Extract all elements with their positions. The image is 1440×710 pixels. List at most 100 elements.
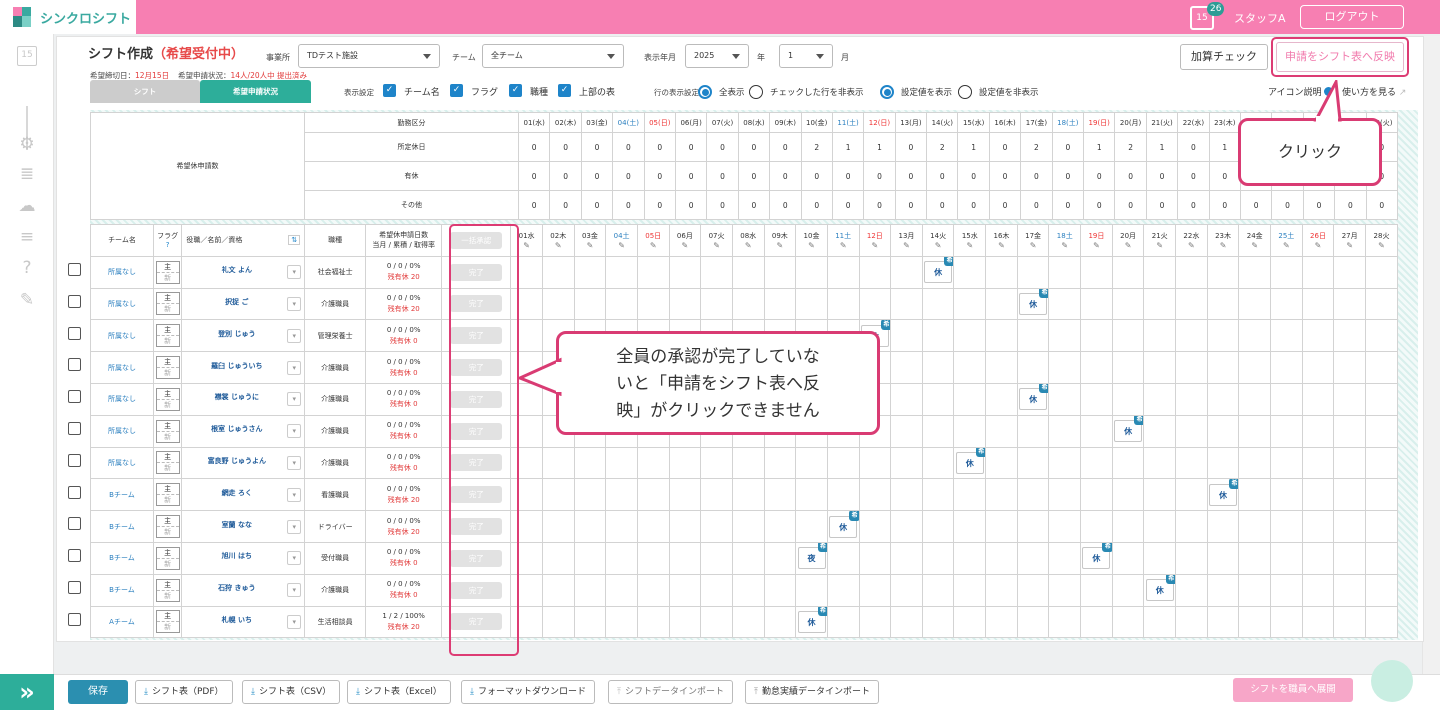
shift-cell[interactable] (1016, 510, 1050, 543)
shift-cell[interactable] (1111, 287, 1145, 321)
shift-cell[interactable] (1333, 414, 1366, 448)
pencil-icon[interactable]: ✎ (765, 241, 795, 250)
shift-cell[interactable] (1048, 478, 1082, 512)
shift-cell[interactable] (1175, 319, 1208, 353)
shift-cell[interactable] (1016, 605, 1050, 639)
shift-cell[interactable] (1143, 255, 1177, 289)
shift-cell[interactable] (1270, 319, 1303, 353)
holiday-request-mark[interactable]: 休 (1019, 384, 1048, 411)
pencil-icon[interactable]: ✎ (1018, 241, 1048, 250)
shift-cell[interactable] (826, 605, 860, 639)
shift-cell[interactable] (985, 287, 1018, 321)
shift-cell[interactable] (1333, 478, 1366, 512)
pencil-icon[interactable]: ✎ (702, 241, 732, 250)
shift-cell[interactable] (1048, 255, 1082, 289)
shift-cell[interactable] (1143, 382, 1177, 416)
shift-cell[interactable] (1270, 446, 1303, 480)
shift-cell[interactable] (858, 541, 892, 575)
shift-cell[interactable] (890, 541, 923, 575)
staff-name[interactable]: 礼文 よん (222, 266, 252, 274)
team-select[interactable]: 全チーム (482, 44, 624, 68)
shift-cell[interactable] (700, 573, 733, 607)
checkbox-top-table[interactable]: ✓ (558, 84, 571, 97)
flag-badge[interactable]: 主新 (155, 356, 180, 380)
shift-cell[interactable] (1333, 605, 1366, 639)
shift-cell[interactable] (541, 573, 575, 607)
checkbox-team[interactable]: ✓ (383, 84, 396, 97)
shift-cell[interactable] (1301, 510, 1335, 543)
shift-cell[interactable] (1111, 573, 1145, 607)
shift-cell[interactable] (1016, 351, 1050, 384)
shift-cell[interactable] (1206, 541, 1240, 575)
shift-cell[interactable] (1365, 287, 1398, 321)
shift-cell[interactable]: 休 (1016, 287, 1050, 321)
shift-cell[interactable] (953, 255, 987, 289)
shift-cell[interactable] (1365, 541, 1398, 575)
staff-name[interactable]: 羅臼 じゅういち (211, 362, 262, 370)
shift-cell[interactable] (1333, 287, 1366, 321)
gear-icon[interactable]: ⚙ (17, 134, 37, 154)
shift-cell[interactable] (1080, 573, 1113, 607)
pencil-icon[interactable]: ✎ (987, 241, 1017, 250)
shift-cell[interactable] (1206, 605, 1240, 639)
staff-name[interactable]: 旭川 はち (222, 552, 252, 560)
shift-cell[interactable] (1080, 605, 1113, 639)
shift-cell[interactable] (858, 255, 892, 289)
shift-cell[interactable] (763, 541, 797, 575)
shift-cell[interactable] (1270, 541, 1303, 575)
shift-cell[interactable] (1365, 319, 1398, 353)
database-icon[interactable]: ≣ (17, 164, 37, 184)
chevron-down-icon[interactable]: ▾ (287, 392, 302, 407)
holiday-request-mark[interactable]: 休 (1082, 543, 1112, 570)
shift-cell[interactable] (700, 605, 733, 639)
radio-hide-settings[interactable] (958, 85, 972, 99)
help-icon[interactable]: ? (166, 241, 170, 249)
shift-cell[interactable] (1175, 605, 1208, 639)
row-select-checkbox[interactable] (68, 549, 81, 563)
shift-cell[interactable] (1080, 414, 1113, 448)
shift-cell[interactable] (1238, 255, 1272, 289)
shift-cell[interactable] (541, 541, 575, 575)
shift-cell[interactable] (541, 446, 575, 480)
shift-cell[interactable] (636, 287, 670, 321)
shift-cell[interactable] (1048, 510, 1082, 543)
cloud-icon[interactable]: ☁ (17, 196, 37, 216)
shift-cell[interactable] (668, 478, 702, 512)
shift-cell[interactable] (636, 573, 670, 607)
shift-cell[interactable] (1206, 382, 1240, 416)
shift-cell[interactable] (985, 351, 1018, 384)
pencil-icon[interactable]: ✎ (733, 241, 763, 250)
staff-name[interactable]: 室蘭 なな (222, 521, 252, 529)
shift-cell[interactable] (890, 478, 923, 512)
shift-cell[interactable] (985, 605, 1018, 639)
shift-cell[interactable] (1238, 351, 1272, 384)
robot-assistant-icon[interactable] (1371, 660, 1413, 702)
shift-cell[interactable] (890, 382, 923, 416)
shift-cell[interactable] (858, 446, 892, 480)
shift-cell[interactable] (1080, 319, 1113, 353)
shift-cell[interactable] (1175, 382, 1208, 416)
chevron-down-icon[interactable]: ▾ (287, 614, 302, 629)
shift-cell[interactable] (1365, 510, 1398, 543)
shift-cell[interactable] (1270, 382, 1303, 416)
flag-badge[interactable]: 主新 (155, 324, 180, 348)
holiday-request-mark[interactable]: 休 (1019, 289, 1048, 315)
shift-cell[interactable] (1238, 541, 1272, 575)
shift-cell[interactable] (1206, 446, 1240, 480)
shift-cell[interactable] (1080, 255, 1113, 289)
shift-cell[interactable] (858, 478, 892, 512)
shift-cell[interactable] (985, 510, 1018, 543)
shift-cell[interactable] (573, 446, 607, 480)
shift-cell[interactable] (1111, 255, 1145, 289)
shift-cell[interactable] (1175, 287, 1208, 321)
shift-cell[interactable] (1048, 382, 1082, 416)
tab-request-status[interactable]: 希望申請状況 (200, 80, 311, 103)
sort-icon[interactable]: ⇅ (288, 235, 301, 246)
flag-badge[interactable]: 主新 (155, 546, 180, 570)
flag-badge[interactable]: 主新 (155, 483, 180, 507)
shift-cell[interactable] (668, 287, 702, 321)
staff-name[interactable]: 網走 ろく (222, 489, 252, 497)
shift-cell[interactable] (573, 287, 607, 321)
shift-cell[interactable] (1270, 414, 1303, 448)
chevron-down-icon[interactable]: ▾ (287, 519, 302, 534)
